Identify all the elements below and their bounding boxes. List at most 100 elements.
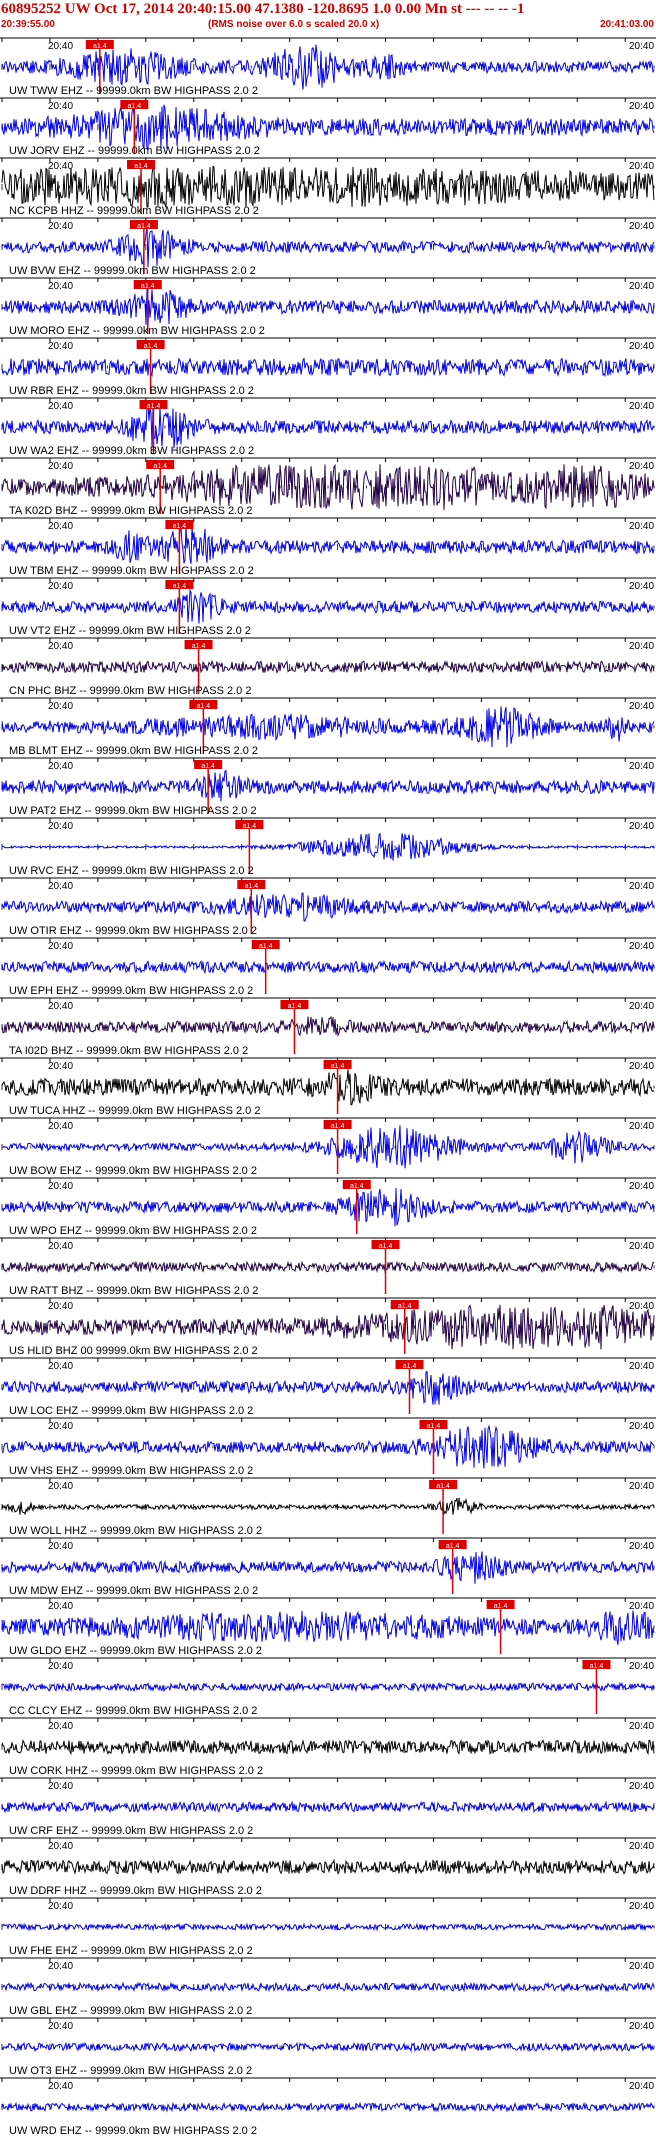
trace-time-label-right: 20:40 — [629, 1901, 654, 1912]
station-label: UW VHS EHZ -- 99999.0km BW HIGHPASS 2.0 … — [9, 1465, 253, 1477]
station-label: UW CORK HHZ -- 99999.0km BW HIGHPASS 2.0… — [9, 1765, 263, 1777]
trace-time-label: 20:40 — [48, 1901, 73, 1912]
trace-time-label-right: 20:40 — [629, 701, 654, 712]
trace-time-label-right: 20:40 — [629, 341, 654, 352]
trace-time-label: 20:40 — [48, 2081, 73, 2092]
trace-time-label-right: 20:40 — [629, 581, 654, 592]
waveform-line — [1, 525, 655, 564]
trace-time-label: 20:40 — [48, 41, 73, 52]
pick-label: a1.4 — [331, 1123, 345, 1130]
waveform-line — [1, 1424, 655, 1469]
station-label: TA K02D BHZ -- 99999.0km BW HIGHPASS 2.0… — [9, 505, 253, 517]
station-label: UW RATT BHZ -- 99999.0km BW HIGHPASS 2.0… — [9, 1285, 258, 1297]
waveform-line — [1, 1370, 655, 1405]
waveform-line — [1, 1610, 655, 1645]
pick-label: a1.4 — [147, 403, 161, 410]
station-label: UW BOW EHZ -- 99999.0km BW HIGHPASS 2.0 … — [9, 1165, 257, 1177]
trace-time-label-right: 20:40 — [629, 1061, 654, 1072]
station-label: UW WRD EHZ -- 99999.0km BW HIGHPASS 2.0 … — [9, 2125, 257, 2137]
trace-time-label-right: 20:40 — [629, 821, 654, 832]
trace-time-label-right: 20:40 — [629, 521, 654, 532]
waveform-line — [1, 1922, 655, 1932]
trace-time-label: 20:40 — [48, 1721, 73, 1732]
trace-time-label-right: 20:40 — [629, 1001, 654, 1012]
trace-time-label-right: 20:40 — [629, 401, 654, 412]
station-label: UW OT3 EHZ -- 99999.0km BW HIGHPASS 2.0 … — [9, 2065, 252, 2077]
station-label: UW GBL EHZ -- 99999.0km BW HIGHPASS 2.0 … — [9, 2005, 252, 2017]
station-label: UW WA2 EHZ -- 99999.0km BW HIGHPASS 2.0 … — [9, 445, 254, 457]
waveform-line — [1, 1125, 655, 1169]
station-label: UW RBR EHZ -- 99999.0km BW HIGHPASS 2.0 … — [9, 385, 254, 397]
trace-time-label: 20:40 — [48, 941, 73, 952]
trace-time-label: 20:40 — [48, 341, 73, 352]
trace-time-label-right: 20:40 — [629, 1601, 654, 1612]
station-label: UW GLDO EHZ -- 99999.0km BW HIGHPASS 2.0… — [9, 1645, 262, 1657]
station-label: US HLID BHZ 00 99999.0km BW HIGHPASS 2.0… — [9, 1345, 258, 1357]
station-label: UW MDW EHZ -- 99999.0km BW HIGHPASS 2.0 … — [9, 1585, 258, 1597]
trace-time-label: 20:40 — [48, 1121, 73, 1132]
trace-time-label: 20:40 — [48, 1301, 73, 1312]
station-label: UW LOC EHZ -- 99999.0km BW HIGHPASS 2.0 … — [9, 1405, 253, 1417]
pick-label: a1.4 — [259, 943, 273, 950]
station-label: UW JORV EHZ -- 99999.0km BW HIGHPASS 2.0… — [9, 145, 260, 157]
pick-label: a1.4 — [243, 823, 257, 830]
trace-time-label-right: 20:40 — [629, 1841, 654, 1852]
trace-time-label: 20:40 — [48, 761, 73, 772]
trace-time-label-right: 20:40 — [629, 1121, 654, 1132]
pick-label: a1.4 — [590, 1663, 604, 1670]
trace-time-label: 20:40 — [48, 701, 73, 712]
trace-time-label-right: 20:40 — [629, 1241, 654, 1252]
station-label: CC CLCY EHZ -- 99999.0km BW HIGHPASS 2.0… — [9, 1705, 257, 1717]
trace-time-label-right: 20:40 — [629, 281, 654, 292]
station-label: TA I02D BHZ -- 99999.0km BW HIGHPASS 2.0… — [9, 1045, 248, 1057]
station-label: UW WOLL HHZ -- 99999.0km BW HIGHPASS 2.0… — [9, 1525, 262, 1537]
waveform-line — [1, 959, 655, 975]
pick-label: a1.4 — [197, 703, 211, 710]
trace-time-label-right: 20:40 — [629, 641, 654, 652]
station-label: CN PHC BHZ -- 99999.0km BW HIGHPASS 2.0 … — [9, 685, 251, 697]
pick-label: a1.4 — [427, 1423, 441, 1430]
pick-label: a1.4 — [137, 223, 151, 230]
pick-label: a1.4 — [436, 1483, 450, 1490]
waveform-line — [1, 588, 655, 624]
station-label: UW DDRF HHZ -- 99999.0km BW HIGHPASS 2.0… — [9, 1885, 262, 1897]
trace-time-label-right: 20:40 — [629, 221, 654, 232]
pick-label: a1.4 — [141, 283, 155, 290]
trace-time-label: 20:40 — [48, 581, 73, 592]
waveform-line — [1, 104, 655, 151]
station-label: UW WPO EHZ -- 99999.0km BW HIGHPASS 2.0 … — [9, 1225, 257, 1237]
station-label: UW TBM EHZ -- 99999.0km BW HIGHPASS 2.0 … — [9, 565, 254, 577]
trace-time-label: 20:40 — [48, 1061, 73, 1072]
trace-time-label: 20:40 — [48, 401, 73, 412]
station-label: UW FHE EHZ -- 99999.0km BW HIGHPASS 2.0 … — [9, 1945, 253, 1957]
trace-time-label: 20:40 — [48, 1961, 73, 1972]
waveform-line — [1, 892, 655, 922]
pick-label: a1.4 — [446, 1543, 460, 1550]
pick-label: a1.4 — [144, 343, 158, 350]
waveform-line — [1, 402, 655, 449]
trace-time-label: 20:40 — [48, 1481, 73, 1492]
trace-time-label-right: 20:40 — [629, 1781, 654, 1792]
trace-time-label-right: 20:40 — [629, 161, 654, 172]
trace-time-label-right: 20:40 — [629, 1481, 654, 1492]
waveform-line — [1, 1015, 655, 1037]
station-label: UW OTIR EHZ -- 99999.0km BW HIGHPASS 2.0… — [9, 925, 257, 937]
station-label: UW BVW EHZ -- 99999.0km BW HIGHPASS 2.0 … — [9, 265, 256, 277]
trace-time-label-right: 20:40 — [629, 881, 654, 892]
trace-time-label: 20:40 — [48, 1421, 73, 1432]
trace-time-label-right: 20:40 — [629, 1661, 654, 1672]
trace-time-label-right: 20:40 — [629, 461, 654, 472]
pick-label: a1.4 — [93, 43, 107, 50]
pick-label: a1.4 — [494, 1603, 508, 1610]
pick-label: a1.4 — [403, 1363, 417, 1370]
pick-label: a1.4 — [379, 1243, 393, 1250]
trace-time-label: 20:40 — [48, 641, 73, 652]
pick-label: a1.4 — [398, 1303, 412, 1310]
waveform-line — [1, 1981, 655, 1993]
station-label: UW TUCA HHZ -- 99999.0km BW HIGHPASS 2.0… — [9, 1105, 260, 1117]
pick-label: a1.4 — [192, 643, 206, 650]
station-label: UW TWW EHZ -- 99999.0km BW HIGHPASS 2.0 … — [9, 85, 258, 97]
trace-time-label-right: 20:40 — [629, 41, 654, 52]
trace-time-label-right: 20:40 — [629, 1961, 654, 1972]
pick-label: a1.4 — [201, 763, 215, 770]
